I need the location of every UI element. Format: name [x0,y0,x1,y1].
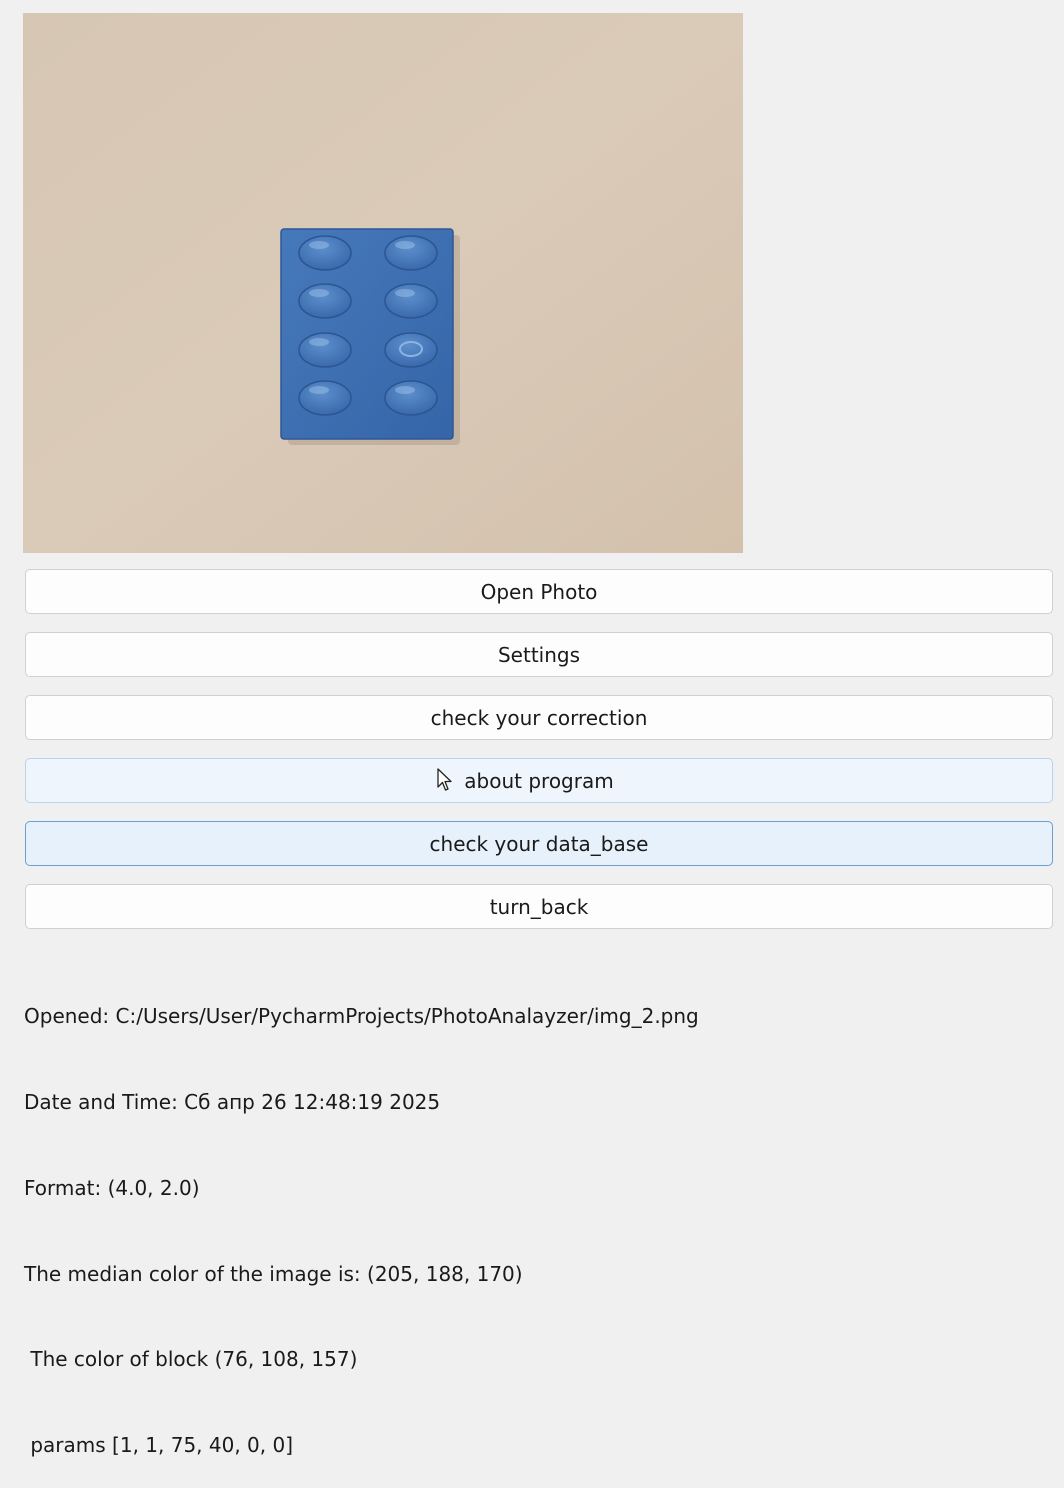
check-data-base-label: check your data_base [429,831,649,856]
format-text: Format: (4.0, 2.0) [24,1175,200,1200]
opened-path-text: Opened: C:/Users/User/PycharmProjects/Ph… [24,1004,699,1029]
median-color-text: The median color of the image is: (205, … [24,1261,523,1286]
settings-button[interactable]: Settings [25,632,1053,677]
about-program-label: about program [464,768,614,793]
turn-back-button[interactable]: turn_back [25,884,1053,929]
image-info-panel: Opened: C:/Users/User/PycharmProjects/Ph… [24,945,699,1488]
about-program-button[interactable]: about program [25,758,1053,803]
turn-back-label: turn_back [489,894,589,919]
mouse-pointer-icon [437,768,452,791]
open-photo-label: Open Photo [480,579,598,604]
open-photo-button[interactable]: Open Photo [25,569,1053,614]
check-correction-button[interactable]: check your correction [25,695,1053,740]
block-color-text: The color of block (76, 108, 157) [24,1347,358,1372]
check-correction-label: check your correction [430,705,648,730]
photo-preview [23,13,743,553]
check-data-base-button[interactable]: check your data_base [25,821,1053,866]
lego-brick-photo [23,13,743,553]
settings-label: Settings [497,642,581,667]
params-text: params [1, 1, 75, 40, 0, 0] [24,1433,294,1458]
date-time-text: Date and Time: Сб апр 26 12:48:19 2025 [24,1089,441,1114]
